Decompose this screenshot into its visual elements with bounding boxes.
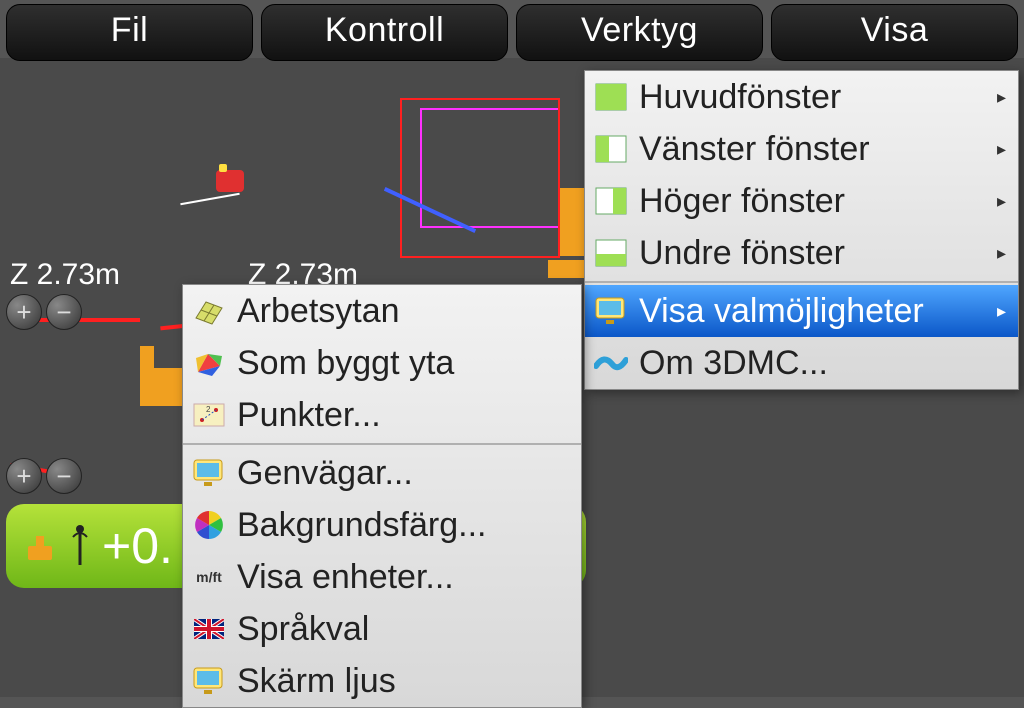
- menu-vanster-fonster[interactable]: Vänster fönster ▸: [585, 123, 1018, 175]
- menu-item-label: Huvudfönster: [639, 78, 841, 117]
- chevron-right-icon: ▸: [997, 301, 1006, 322]
- chevron-right-icon: ▸: [997, 191, 1006, 212]
- chevron-right-icon: ▸: [997, 87, 1006, 108]
- menu-huvudfonster[interactable]: Huvudfönster ▸: [585, 71, 1018, 123]
- menu-item-label: Genvägar...: [237, 454, 413, 493]
- menu-item-label: Visa enheter...: [237, 558, 454, 597]
- menu-arbetsytan[interactable]: Arbetsytan: [183, 285, 581, 337]
- menu-item-label: Höger fönster: [639, 182, 845, 221]
- window-main-icon: [593, 79, 629, 115]
- menubar: Fil Kontroll Verktyg Visa: [0, 0, 1024, 65]
- menu-fil[interactable]: Fil: [6, 4, 253, 61]
- menu-item-label: Undre fönster: [639, 234, 845, 273]
- menu-skarm-ljus[interactable]: Skärm ljus: [183, 655, 581, 707]
- visa-dropdown: Huvudfönster ▸ Vänster fönster ▸ Höger f…: [584, 70, 1019, 390]
- zoom-out-icon[interactable]: −: [46, 294, 82, 330]
- chevron-right-icon: ▸: [997, 139, 1006, 160]
- zoom-controls-upper: + −: [6, 294, 82, 330]
- menu-item-label: Om 3DMC...: [639, 344, 828, 383]
- chevron-right-icon: ▸: [997, 243, 1006, 264]
- menu-hoger-fonster[interactable]: Höger fönster ▸: [585, 175, 1018, 227]
- menu-som-byggt-yta[interactable]: Som byggt yta: [183, 337, 581, 389]
- menu-genvagar[interactable]: Genvägar...: [183, 447, 581, 499]
- zoom-out-icon[interactable]: −: [46, 458, 82, 494]
- menu-visa-enheter[interactable]: m/ft Visa enheter...: [183, 551, 581, 603]
- surface-icon: [191, 345, 227, 381]
- window-right-icon: [593, 183, 629, 219]
- svg-text:2: 2: [206, 405, 211, 414]
- menu-separator: [183, 443, 581, 445]
- colorwheel-icon: [191, 507, 227, 543]
- menu-item-label: Bakgrundsfärg...: [237, 506, 486, 545]
- menu-visa-valmojligheter[interactable]: Visa valmöjligheter ▸: [585, 285, 1018, 337]
- screen-icon: [191, 663, 227, 699]
- zoom-in-icon[interactable]: +: [6, 458, 42, 494]
- menu-item-label: Visa valmöjligheter: [639, 292, 924, 331]
- menu-item-label: Språkval: [237, 610, 369, 649]
- zoom-in-icon[interactable]: +: [6, 294, 42, 330]
- workspace-icon: [191, 293, 227, 329]
- menu-separator: [585, 281, 1018, 283]
- points-icon: 2: [191, 397, 227, 433]
- status-value: +0.: [102, 517, 173, 575]
- menu-om-3dmc[interactable]: Om 3DMC...: [585, 337, 1018, 389]
- menu-verktyg[interactable]: Verktyg: [516, 4, 763, 61]
- zoom-controls-lower: + −: [6, 458, 82, 494]
- menu-punkter[interactable]: 2 Punkter...: [183, 389, 581, 441]
- machine-status-icon: [22, 526, 58, 566]
- about-icon: [593, 345, 629, 381]
- visa-valmojligheter-submenu: Arbetsytan Som byggt yta 2 Punkter... Ge…: [182, 284, 582, 708]
- flag-icon: [191, 611, 227, 647]
- menu-sprakval[interactable]: Språkval: [183, 603, 581, 655]
- menu-item-label: Arbetsytan: [237, 292, 400, 331]
- menu-undre-fonster[interactable]: Undre fönster ▸: [585, 227, 1018, 279]
- z-value-left: Z 2.73m: [10, 258, 120, 292]
- machine-icon: [216, 170, 244, 192]
- menu-kontroll[interactable]: Kontroll: [261, 4, 508, 61]
- menu-item-label: Punkter...: [237, 396, 381, 435]
- menu-item-label: Skärm ljus: [237, 662, 396, 701]
- menu-item-label: Som byggt yta: [237, 344, 454, 383]
- monitor-icon: [593, 293, 629, 329]
- menu-bakgrundsfarg[interactable]: Bakgrundsfärg...: [183, 499, 581, 551]
- units-icon: m/ft: [191, 559, 227, 595]
- menu-item-label: Vänster fönster: [639, 130, 870, 169]
- window-bottom-icon: [593, 235, 629, 271]
- menu-visa[interactable]: Visa: [771, 4, 1018, 61]
- antenna-icon: [70, 523, 90, 569]
- shortcuts-icon: [191, 455, 227, 491]
- window-left-icon: [593, 131, 629, 167]
